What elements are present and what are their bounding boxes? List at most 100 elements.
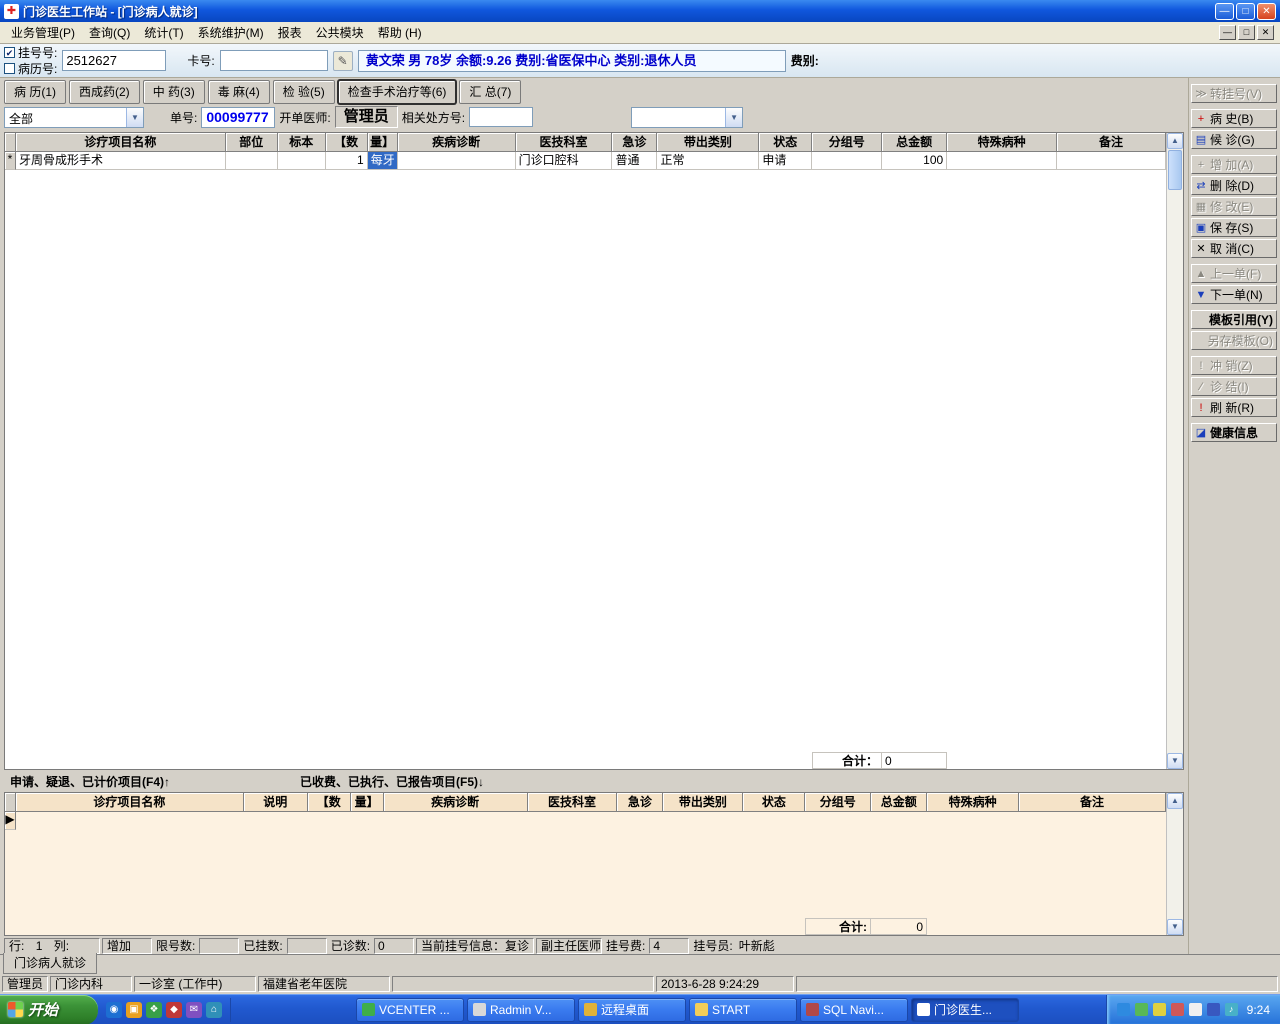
tab-narcotics[interactable]: 毒 麻(4) — [207, 79, 270, 104]
lower-grid-scrollbar[interactable]: ▲ ▼ — [1166, 793, 1183, 935]
tray-icon-1[interactable] — [1116, 1003, 1130, 1016]
cell-item-name[interactable]: 牙周骨成形手术 — [15, 152, 226, 170]
volume-icon[interactable]: ♪ — [1224, 1003, 1238, 1016]
column-header-emergency[interactable]: 急诊 — [612, 133, 658, 152]
scroll-down-icon[interactable]: ▼ — [1167, 753, 1183, 769]
menu-maintenance[interactable]: 系统维护(M) — [191, 22, 271, 43]
scroll-up-icon[interactable]: ▲ — [1167, 133, 1183, 149]
column-header-item-name[interactable]: 诊疗项目名称 — [15, 133, 226, 152]
column-header-unit[interactable]: 量】 — [367, 133, 398, 152]
cell-group[interactable] — [812, 152, 883, 170]
delete-item-button[interactable]: ⇄ 删 除(D) — [1191, 176, 1277, 195]
cell-status[interactable]: 申请 — [759, 152, 813, 170]
column-header-status[interactable]: 状态 — [759, 133, 813, 152]
finish-visit-button[interactable]: ∕ 诊 结(I) — [1191, 377, 1277, 396]
quicklaunch-icon-2[interactable]: ▣ — [126, 1001, 142, 1018]
related-rx-input[interactable] — [469, 107, 534, 127]
charged-items-label[interactable]: 已收费、已执行、已报告项目(F5)↓ — [300, 773, 484, 790]
column-header-amount[interactable]: 总金额 — [882, 133, 948, 152]
tray-icon-4[interactable] — [1170, 1003, 1184, 1016]
waiting-list-button[interactable]: ▤ 候 诊(G) — [1191, 130, 1277, 149]
column-header-remark[interactable]: 备注 — [1057, 133, 1166, 152]
cell-carry-type[interactable]: 正常 — [657, 152, 760, 170]
task-start-folder[interactable]: START — [689, 997, 797, 1022]
column-header-special[interactable]: 特殊病种 — [927, 793, 1020, 812]
tray-icon-6[interactable] — [1206, 1003, 1220, 1016]
quicklaunch-icon-4[interactable]: ◆ — [166, 1001, 182, 1018]
tab-summary[interactable]: 汇 总(7) — [459, 79, 522, 104]
cell-unit[interactable]: 每牙 — [367, 152, 398, 170]
cell-diagnosis[interactable] — [397, 152, 516, 170]
quicklaunch-icon-3[interactable]: ❖ — [146, 1001, 162, 1018]
cell-qty[interactable]: 1 — [325, 152, 368, 170]
add-item-button[interactable]: + 增 加(A) — [1191, 155, 1277, 174]
cell-part[interactable] — [225, 152, 278, 170]
close-button[interactable]: ✕ — [1257, 2, 1276, 20]
minimize-button[interactable]: — — [1215, 2, 1234, 20]
scrollbar-thumb[interactable] — [1168, 150, 1182, 190]
secondary-combobox[interactable]: ▼ — [631, 106, 744, 128]
quicklaunch-icon-1[interactable]: ◉ — [106, 1001, 122, 1018]
column-header-part[interactable]: 部位 — [225, 133, 278, 152]
tray-icon-5[interactable] — [1188, 1003, 1202, 1016]
column-header-qty[interactable]: 【数 — [307, 793, 351, 812]
cancel-button[interactable]: ✕ 取 消(C) — [1191, 239, 1277, 258]
refresh-button[interactable]: ! 刷 新(R) — [1191, 398, 1277, 417]
column-header-carry-type[interactable]: 带出类别 — [663, 793, 744, 812]
tab-lab-test[interactable]: 检 验(5) — [272, 79, 335, 104]
start-button[interactable]: 开始 — [0, 994, 98, 1024]
column-header-item-name[interactable]: 诊疗项目名称 — [15, 793, 244, 812]
card-edit-icon[interactable]: ✎ — [332, 50, 353, 71]
save-button[interactable]: ▣ 保 存(S) — [1191, 218, 1277, 237]
reg-no-input[interactable] — [62, 50, 167, 71]
task-vcenter[interactable]: VCENTER ... — [356, 997, 464, 1022]
column-header-diagnosis[interactable]: 疾病诊断 — [397, 133, 516, 152]
task-outpatient-doctor[interactable]: 门诊医生... — [911, 997, 1019, 1022]
column-header-amount[interactable]: 总金额 — [871, 793, 928, 812]
column-header-description[interactable]: 说明 — [243, 793, 308, 812]
cell-specimen[interactable] — [277, 152, 326, 170]
card-no-input[interactable] — [219, 50, 328, 71]
column-header-specimen[interactable]: 标本 — [277, 133, 326, 152]
next-order-button[interactable]: ▼ 下一单(N) — [1191, 285, 1277, 304]
menu-common-modules[interactable]: 公共模块 — [309, 22, 371, 43]
restore-button[interactable]: □ — [1236, 2, 1255, 20]
tab-western-medicine[interactable]: 西成药(2) — [69, 79, 140, 104]
menu-help[interactable]: 帮助 (H) — [371, 22, 429, 43]
column-header-remark[interactable]: 备注 — [1019, 793, 1166, 812]
column-header-carry-type[interactable]: 带出类别 — [657, 133, 760, 152]
cell-emergency[interactable]: 普通 — [612, 152, 658, 170]
column-header-unit[interactable]: 量】 — [350, 793, 384, 812]
reg-no-checkbox[interactable]: ✔ — [4, 47, 15, 58]
mdi-close-icon[interactable]: ✕ — [1257, 25, 1274, 40]
column-header-dept[interactable]: 医技科室 — [515, 133, 613, 152]
patient-history-button[interactable]: + 病 史(B) — [1191, 109, 1277, 128]
quicklaunch-icon-6[interactable]: ⌂ — [206, 1001, 222, 1018]
scroll-down-icon[interactable]: ▼ — [1167, 919, 1183, 935]
chevron-down-icon[interactable]: ▼ — [725, 107, 743, 127]
cell-amount[interactable]: 100 — [882, 152, 948, 170]
task-sql-navigator[interactable]: SQL Navi... — [800, 997, 908, 1022]
column-header-status[interactable]: 状态 — [743, 793, 806, 812]
column-header-diagnosis[interactable]: 疾病诊断 — [383, 793, 528, 812]
cell-dept[interactable]: 门诊口腔科 — [515, 152, 613, 170]
chevron-down-icon[interactable]: ▼ — [126, 107, 143, 127]
menu-query[interactable]: 查询(Q) — [82, 22, 137, 43]
scroll-up-icon[interactable]: ▲ — [1167, 793, 1183, 809]
column-header-emergency[interactable]: 急诊 — [617, 793, 664, 812]
column-header-special[interactable]: 特殊病种 — [947, 133, 1058, 152]
task-radmin[interactable]: Radmin V... — [467, 997, 575, 1022]
table-row[interactable]: * 牙周骨成形手术 1 每牙 门诊口腔科 普通 正常 申请 100 — [5, 152, 1166, 170]
modify-item-button[interactable]: ▦ 修 改(E) — [1191, 197, 1277, 216]
cell-special[interactable] — [947, 152, 1058, 170]
scope-combobox[interactable]: 全部 ▼ — [4, 106, 144, 128]
column-header-qty[interactable]: 【数 — [325, 133, 368, 152]
tab-exam-surgery-treatment[interactable]: 检查手术治疗等(6) — [337, 79, 457, 104]
column-header-dept[interactable]: 医技科室 — [527, 793, 618, 812]
tab-outpatient-visit[interactable]: 门诊病人就诊 — [3, 953, 98, 974]
record-no-checkbox[interactable] — [4, 63, 15, 74]
clock[interactable]: 9:24 — [1247, 1003, 1270, 1017]
save-as-template-button[interactable]: 另存模板(O) — [1191, 331, 1277, 350]
menu-statistics[interactable]: 统计(T) — [137, 22, 190, 43]
column-header-group[interactable]: 分组号 — [812, 133, 883, 152]
